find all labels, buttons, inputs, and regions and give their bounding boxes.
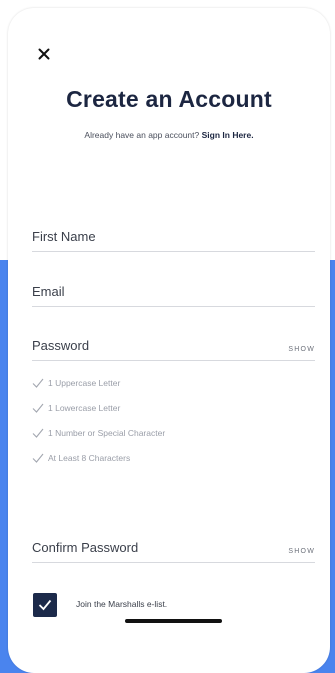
requirement-text: 1 Uppercase Letter bbox=[48, 377, 121, 388]
signin-prompt-line: Already have an app account? Sign In Her… bbox=[8, 130, 330, 140]
email-field[interactable]: Email bbox=[32, 273, 315, 307]
signin-prompt: Already have an app account? bbox=[84, 130, 200, 140]
app-stage: Create an Account Already have an app ac… bbox=[0, 0, 335, 673]
password-field[interactable]: Password SHOW bbox=[32, 327, 315, 361]
create-account-screen: Create an Account Already have an app ac… bbox=[8, 8, 330, 673]
requirement-text: 1 Number or Special Character bbox=[48, 427, 166, 438]
requirement-item: 1 Number or Special Character bbox=[32, 420, 292, 445]
check-icon bbox=[38, 599, 52, 611]
check-icon bbox=[32, 378, 44, 388]
requirement-text: 1 Lowercase Letter bbox=[48, 402, 121, 413]
password-show-toggle[interactable]: SHOW bbox=[288, 346, 315, 353]
confirm-password-field[interactable]: Confirm Password SHOW bbox=[32, 529, 315, 563]
home-indicator bbox=[125, 619, 222, 623]
check-icon bbox=[32, 453, 44, 463]
email-label: Email bbox=[32, 284, 65, 299]
requirement-item: At Least 8 Characters bbox=[32, 445, 292, 470]
check-icon bbox=[32, 428, 44, 438]
confirm-password-label: Confirm Password bbox=[32, 540, 139, 555]
check-icon bbox=[32, 403, 44, 413]
first-name-field[interactable]: First Name bbox=[32, 218, 315, 252]
password-requirements: 1 Uppercase Letter 1 Lowercase Letter 1 … bbox=[32, 370, 292, 470]
first-name-label: First Name bbox=[32, 229, 96, 244]
elist-label: Join the Marshalls e-list. bbox=[76, 599, 168, 609]
close-button[interactable] bbox=[38, 48, 54, 64]
confirm-password-show-toggle[interactable]: SHOW bbox=[288, 548, 315, 555]
elist-checkbox[interactable] bbox=[33, 593, 57, 617]
requirement-item: 1 Uppercase Letter bbox=[32, 370, 292, 395]
requirement-text: At Least 8 Characters bbox=[48, 452, 131, 463]
close-icon bbox=[38, 48, 50, 60]
password-label: Password bbox=[32, 338, 90, 353]
requirement-item: 1 Lowercase Letter bbox=[32, 395, 292, 420]
signin-link[interactable]: Sign In Here. bbox=[202, 130, 254, 140]
page-title: Create an Account bbox=[66, 86, 272, 112]
